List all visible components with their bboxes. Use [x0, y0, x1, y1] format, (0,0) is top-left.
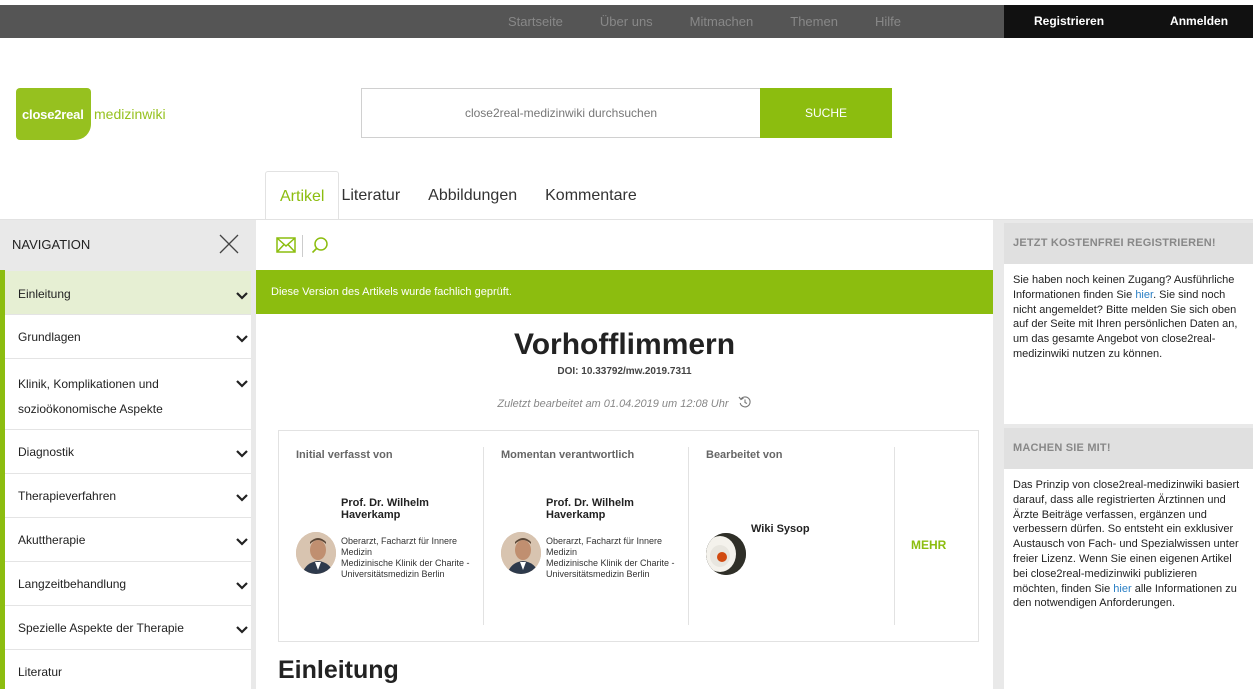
search-icon[interactable] [311, 236, 329, 254]
topnav-startseite[interactable]: Startseite [508, 5, 563, 38]
author-position: Oberarzt, Facharzt für Innere Medizin [546, 536, 663, 557]
nav-item-literatur[interactable]: Literatur [5, 650, 251, 689]
article-tabs: Artikel Literatur Abbildungen Kommentare [265, 171, 651, 220]
nav-item-klinik[interactable]: Klinik, Komplikationen und sozioökonomis… [5, 359, 251, 430]
last-edited: Zuletzt bearbeitet am 01.04.2019 um 12:0… [256, 395, 993, 410]
author-edited-by: Bearbeitet von Wiki Sysop [689, 447, 895, 625]
author-initial: Initial verfasst von Prof. Dr. Wilhelm H… [279, 447, 484, 625]
nav-item-label: Literatur [18, 665, 63, 679]
more-authors-link[interactable]: MEHR [911, 538, 946, 552]
author-description: Oberarzt, Facharzt für Innere Medizin Me… [341, 536, 481, 580]
login-link[interactable]: Anmelden [1170, 5, 1228, 38]
history-icon[interactable] [738, 395, 752, 409]
last-edited-text: Zuletzt bearbeitet am 01.04.2019 um 12:0… [497, 398, 729, 410]
avatar[interactable] [296, 532, 336, 574]
nav-item-label: Klinik, Komplikationen und sozioökonomis… [18, 377, 163, 416]
icon-divider [302, 235, 303, 257]
nav-item-label: Spezielle Aspekte der Therapie [18, 621, 184, 635]
nav-item-label: Akuttherapie [18, 533, 86, 547]
search-input[interactable] [362, 89, 760, 137]
author-description: Oberarzt, Facharzt für Innere Medizin Me… [546, 536, 686, 580]
register-box-heading: JETZT KOSTENFREI REGISTRIEREN! [1004, 223, 1253, 264]
authors-box: Initial verfasst von Prof. Dr. Wilhelm H… [278, 430, 979, 642]
chevron-down-icon [236, 450, 248, 458]
navigation-title: NAVIGATION [12, 237, 91, 252]
author-name[interactable]: Prof. Dr. Wilhelm Haverkamp [341, 497, 481, 521]
chevron-down-icon [236, 582, 248, 590]
nav-item-label: Grundlagen [18, 330, 81, 344]
join-box-heading: MACHEN SIE MIT! [1004, 428, 1253, 469]
author-name[interactable]: Prof. Dr. Wilhelm Haverkamp [546, 497, 686, 521]
author-institution: Medizinische Klinik der Charite - Univer… [546, 558, 675, 579]
navigation-header: NAVIGATION [0, 220, 251, 271]
avatar[interactable] [706, 533, 746, 575]
article-title: Vorhofflimmern [513, 328, 736, 361]
nav-item-label: Einleitung [18, 287, 71, 301]
avatar[interactable] [501, 532, 541, 574]
join-info-link[interactable]: hier [1113, 583, 1131, 595]
nav-item-therapieverfahren[interactable]: Therapieverfahren [5, 474, 251, 518]
article-main: Diese Version des Artikels wurde fachlic… [256, 220, 993, 689]
mail-icon[interactable] [276, 237, 296, 253]
tab-kommentare[interactable]: Kommentare [531, 171, 651, 220]
chevron-down-icon [236, 538, 248, 546]
chevron-down-icon [236, 380, 248, 388]
account-bar: Registrieren Anmelden [1004, 5, 1253, 38]
chevron-down-icon [236, 292, 248, 300]
side-navigation: NAVIGATION Einleitung Grundlagen Klinik,… [0, 220, 251, 689]
logo-brand: close2real [22, 107, 84, 122]
nav-item-akuttherapie[interactable]: Akuttherapie [5, 518, 251, 562]
nav-item-label: Langzeitbehandlung [18, 577, 127, 591]
tab-abbildungen[interactable]: Abbildungen [414, 171, 531, 220]
chevron-down-icon [236, 494, 248, 502]
author-heading: Initial verfasst von [296, 449, 393, 461]
logo-suffix: medizinwiki [94, 106, 166, 122]
join-box-body: Das Prinzip von close2real-medizinwiki b… [1004, 469, 1253, 689]
site-logo[interactable]: close2real medizinwiki [16, 88, 176, 140]
search-box [361, 88, 760, 138]
logo-badge: close2real [16, 88, 91, 140]
nav-item-label: Therapieverfahren [18, 489, 117, 503]
verified-banner: Diese Version des Artikels wurde fachlic… [256, 270, 993, 314]
section-heading: Einleitung [278, 656, 399, 684]
nav-item-langzeitbehandlung[interactable]: Langzeitbehandlung [5, 562, 251, 606]
nav-item-spezielle-aspekte[interactable]: Spezielle Aspekte der Therapie [5, 606, 251, 650]
tab-literatur[interactable]: Literatur [339, 171, 414, 220]
topnav-ueber-uns[interactable]: Über uns [600, 5, 653, 38]
topnav-hilfe[interactable]: Hilfe [875, 5, 901, 38]
author-institution: Medizinische Klinik der Charite - Univer… [341, 558, 470, 579]
author-position: Oberarzt, Facharzt für Innere Medizin [341, 536, 458, 557]
close-icon[interactable] [218, 233, 240, 255]
nav-item-label: Diagnostik [18, 445, 75, 459]
topnav-themen[interactable]: Themen [790, 5, 838, 38]
nav-item-grundlagen[interactable]: Grundlagen [5, 315, 251, 359]
author-heading: Momentan verantwortlich [501, 449, 635, 461]
nav-item-einleitung[interactable]: Einleitung [5, 271, 251, 315]
chevron-down-icon [236, 626, 248, 634]
topnav-mitmachen[interactable]: Mitmachen [690, 5, 754, 38]
editor-name[interactable]: Wiki Sysop [751, 523, 810, 535]
top-bar: Startseite Über uns Mitmachen Themen Hil… [0, 5, 1253, 38]
join-text: Das Prinzip von close2real-medizinwiki b… [1013, 479, 1240, 595]
tab-artikel[interactable]: Artikel [265, 171, 340, 220]
chevron-down-icon [236, 335, 248, 343]
author-heading: Bearbeitet von [706, 449, 783, 461]
register-link[interactable]: Registrieren [1034, 5, 1104, 38]
search-button[interactable]: SUCHE [760, 88, 892, 138]
article-doi: DOI: 10.33792/mw.2019.7311 [557, 366, 692, 377]
nav-item-diagnostik[interactable]: Diagnostik [5, 430, 251, 474]
register-box-body: Sie haben noch keinen Zugang? Ausführlic… [1004, 264, 1253, 424]
author-responsible: Momentan verantwortlich Prof. Dr. Wilhel… [484, 447, 689, 625]
top-nav: Startseite Über uns Mitmachen Themen Hil… [500, 5, 938, 38]
nav-accent-bar [0, 270, 5, 689]
register-info-link[interactable]: hier [1135, 289, 1153, 301]
